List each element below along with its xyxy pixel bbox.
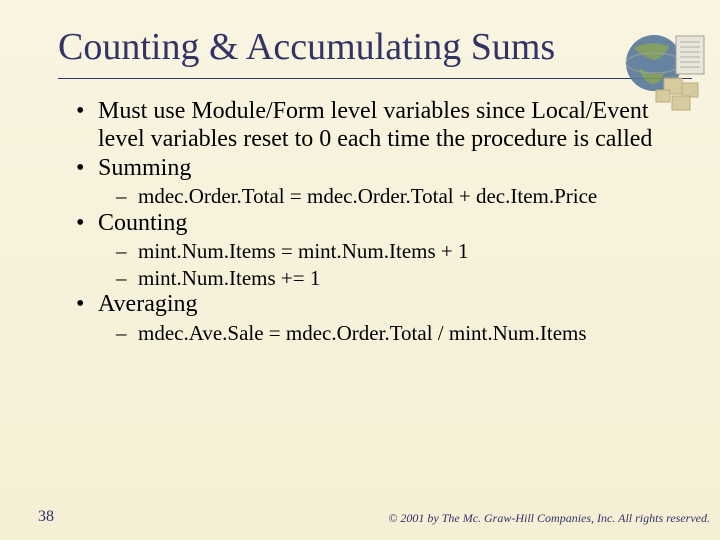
bullet-marker: –	[116, 184, 138, 209]
bullet-text: mint.Num.Items = mint.Num.Items + 1	[138, 239, 469, 264]
slide-footer: 38 © 2001 by The Mc. Graw-Hill Companies…	[0, 508, 720, 526]
sub-bullet-item: – mdec.Order.Total = mdec.Order.Total + …	[116, 184, 692, 209]
page-number: 38	[38, 508, 54, 526]
slide-body: • Must use Module/Form level variables s…	[58, 97, 692, 346]
slide-title: Counting & Accumulating Sums	[58, 28, 692, 79]
decorative-globe-image	[614, 28, 714, 118]
sub-bullet-item: – mint.Num.Items += 1	[116, 266, 692, 291]
bullet-item: • Averaging	[76, 290, 692, 318]
bullet-text: mdec.Order.Total = mdec.Order.Total + de…	[138, 184, 597, 209]
bullet-marker: –	[116, 266, 138, 291]
bullet-marker: •	[76, 97, 98, 154]
sub-bullet-item: – mdec.Ave.Sale = mdec.Order.Total / min…	[116, 321, 692, 346]
bullet-marker: •	[76, 209, 98, 237]
bullet-text: mint.Num.Items += 1	[138, 266, 320, 291]
bullet-item: • Summing	[76, 154, 692, 182]
bullet-marker: •	[76, 290, 98, 318]
bullet-item: • Must use Module/Form level variables s…	[76, 97, 692, 154]
bullet-marker: –	[116, 321, 138, 346]
sub-bullet-item: – mint.Num.Items = mint.Num.Items + 1	[116, 239, 692, 264]
bullet-text: Must use Module/Form level variables sin…	[98, 97, 692, 154]
bullet-text: Averaging	[98, 290, 198, 318]
copyright-text: © 2001 by The Mc. Graw-Hill Companies, I…	[388, 511, 710, 526]
bullet-text: Summing	[98, 154, 191, 182]
bullet-text: mdec.Ave.Sale = mdec.Order.Total / mint.…	[138, 321, 587, 346]
bullet-marker: •	[76, 154, 98, 182]
bullet-marker: –	[116, 239, 138, 264]
bullet-item: • Counting	[76, 209, 692, 237]
bullet-text: Counting	[98, 209, 187, 237]
